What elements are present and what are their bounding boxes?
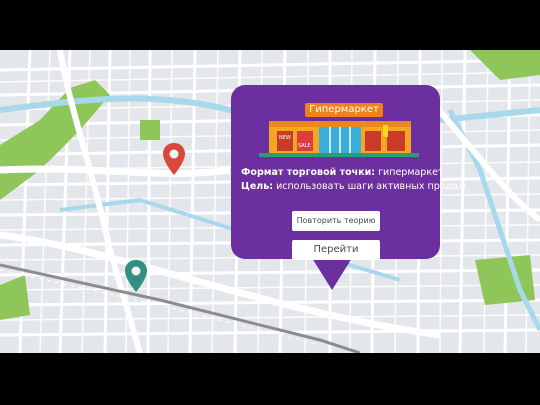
format-label: Формат торговой точки:: [241, 167, 376, 178]
sale-tag: SALE: [298, 143, 311, 149]
store-info-popup: Гипермаркет NEW SALE Формат торговой точ…: [231, 85, 467, 260]
format-line: Формат торговой точки: гипермаркет: [241, 167, 443, 178]
goal-line: Цель: использовать шаги активных продаж: [241, 181, 467, 192]
repeat-theory-button[interactable]: Повторить теорию: [292, 211, 380, 231]
goal-value: использовать шаги активных продаж: [276, 181, 467, 192]
popup-pointer: [312, 258, 352, 290]
red-location-pin-icon[interactable]: [162, 142, 186, 176]
goal-label: Цель:: [241, 181, 274, 192]
map-view[interactable]: Гипермаркет NEW SALE Формат торговой точ…: [0, 50, 540, 353]
teal-location-pin-icon[interactable]: [124, 259, 148, 293]
format-value: гипермаркет: [378, 167, 444, 178]
new-tag: NEW: [279, 135, 291, 141]
store-building-icon: [259, 121, 419, 157]
go-button[interactable]: Перейти: [292, 240, 380, 260]
hypermarket-illustration: Гипермаркет NEW SALE: [259, 103, 419, 159]
